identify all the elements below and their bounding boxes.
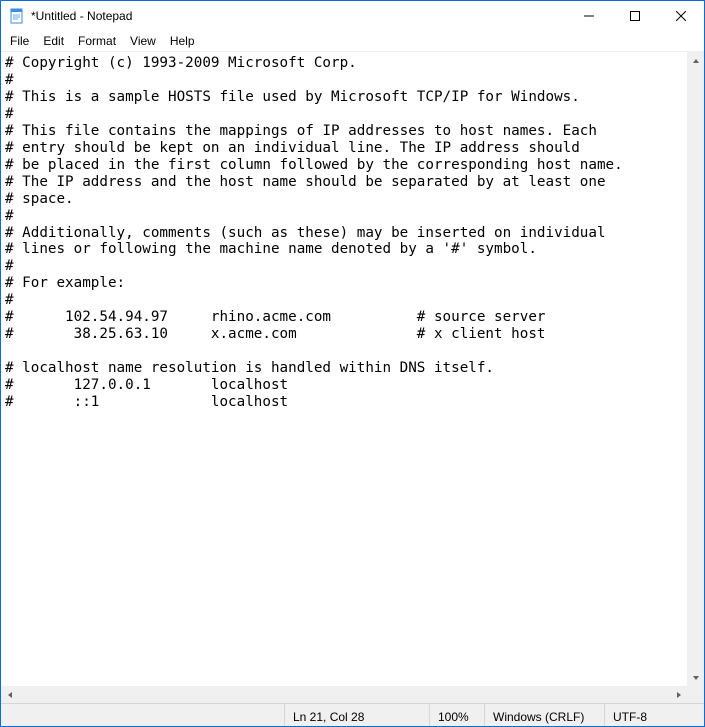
horizontal-scroll-row — [1, 686, 704, 703]
text-editor[interactable]: # Copyright (c) 1993-2009 Microsoft Corp… — [1, 52, 687, 686]
scroll-corner — [687, 686, 704, 703]
menu-help[interactable]: Help — [163, 33, 202, 49]
maximize-button[interactable] — [612, 1, 658, 31]
scroll-up-button[interactable] — [687, 52, 704, 69]
titlebar[interactable]: *Untitled - Notepad — [1, 1, 704, 31]
menu-view[interactable]: View — [123, 33, 163, 49]
menu-format[interactable]: Format — [71, 33, 123, 49]
window-title: *Untitled - Notepad — [31, 9, 566, 23]
close-button[interactable] — [658, 1, 704, 31]
notepad-window: *Untitled - Notepad File Edit Format Vie… — [0, 0, 705, 727]
status-zoom: 100% — [429, 704, 484, 726]
status-lncol: Ln 21, Col 28 — [284, 704, 429, 726]
scroll-left-button[interactable] — [1, 686, 18, 703]
status-encoding: UTF-8 — [604, 704, 704, 726]
vertical-scrollbar[interactable] — [687, 52, 704, 686]
vertical-scroll-track[interactable] — [687, 69, 704, 669]
scroll-right-button[interactable] — [670, 686, 687, 703]
status-eol: Windows (CRLF) — [484, 704, 604, 726]
minimize-button[interactable] — [566, 1, 612, 31]
menu-file[interactable]: File — [3, 33, 36, 49]
menu-edit[interactable]: Edit — [36, 33, 71, 49]
editor-area: # Copyright (c) 1993-2009 Microsoft Corp… — [1, 51, 704, 686]
menubar: File Edit Format View Help — [1, 31, 704, 51]
notepad-app-icon — [9, 8, 25, 24]
status-spacer — [1, 704, 284, 726]
horizontal-scrollbar[interactable] — [1, 686, 687, 703]
horizontal-scroll-track[interactable] — [18, 686, 670, 703]
statusbar: Ln 21, Col 28 100% Windows (CRLF) UTF-8 — [1, 703, 704, 726]
window-controls — [566, 1, 704, 31]
scroll-down-button[interactable] — [687, 669, 704, 686]
